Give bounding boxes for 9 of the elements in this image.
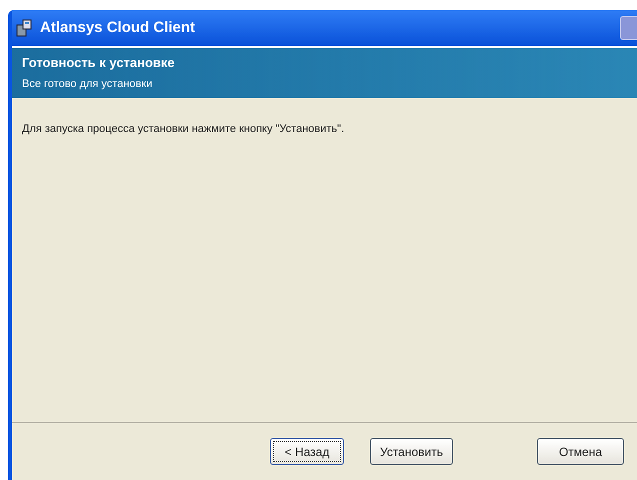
window-title: Atlansys Cloud Client: [40, 18, 196, 38]
instruction-text: Для запуска процесса установки нажмите кнопку "Установить".: [21, 122, 346, 137]
install-button[interactable]: Установить: [370, 438, 453, 465]
header-subtitle: Все готово для установки: [22, 76, 154, 92]
cancel-button[interactable]: Отмена: [537, 438, 624, 465]
installer-icon: [16, 19, 34, 37]
header-title: Готовность к установке: [22, 54, 176, 72]
back-button[interactable]: < Назад: [270, 438, 344, 465]
close-button[interactable]: [620, 16, 637, 40]
